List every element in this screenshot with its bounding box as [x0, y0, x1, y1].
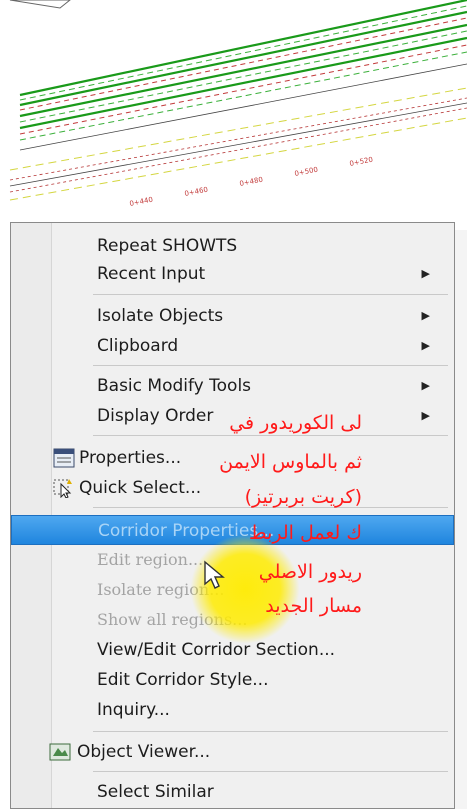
- annotation-line-5: ريدور الاصلي: [258, 561, 362, 583]
- menu-item-edit-corridor-style[interactable]: Edit Corridor Style...: [11, 665, 454, 695]
- menu-separator: [93, 365, 448, 366]
- context-menu: Repeat SHOWTS Recent Input ▶ Isolate Obje…: [10, 222, 455, 809]
- annotation-line-2: ثم بالماوس الايمن: [219, 451, 362, 473]
- menu-item-clipboard[interactable]: Clipboard ▶: [11, 331, 454, 361]
- menu-separator: [93, 731, 448, 732]
- annotation-line-6: مسار الجديد: [265, 595, 362, 617]
- corridor-drawing[interactable]: 0+4400+4600+4800+5000+520: [0, 0, 467, 230]
- submenu-arrow-icon: ▶: [421, 267, 430, 280]
- submenu-arrow-icon: ▶: [421, 339, 430, 352]
- menu-separator: [93, 771, 448, 772]
- submenu-arrow-icon: ▶: [421, 409, 430, 422]
- properties-icon: [53, 448, 75, 468]
- submenu-arrow-icon: ▶: [421, 379, 430, 392]
- menu-item-recent-input[interactable]: Recent Input ▶: [11, 259, 454, 289]
- menu-item-basic-modify-tools[interactable]: Basic Modify Tools ▶: [11, 371, 454, 401]
- annotation-line-3: (كريت بربرتيز): [244, 486, 362, 508]
- quick-select-icon: [53, 478, 75, 499]
- menu-separator: [93, 435, 448, 436]
- object-viewer-icon: [49, 742, 71, 762]
- annotation-line-1: لى الكوريدور في: [229, 412, 362, 434]
- annotation-line-4: ك لعمل الربط: [249, 522, 362, 544]
- mouse-pointer-icon: [204, 560, 225, 589]
- menu-item-repeat-showts[interactable]: Repeat SHOWTS: [11, 231, 454, 261]
- menu-separator: [93, 294, 448, 295]
- drawing-background-strip: [455, 230, 467, 809]
- menu-item-quick-select[interactable]: Quick Select...: [11, 473, 454, 503]
- menu-item-object-viewer[interactable]: Object Viewer...: [11, 737, 454, 767]
- menu-item-inquiry[interactable]: Inquiry...: [11, 695, 454, 725]
- menu-item-select-similar[interactable]: Select Similar: [11, 777, 454, 807]
- submenu-arrow-icon: ▶: [421, 309, 430, 322]
- menu-item-isolate-objects[interactable]: Isolate Objects ▶: [11, 301, 454, 331]
